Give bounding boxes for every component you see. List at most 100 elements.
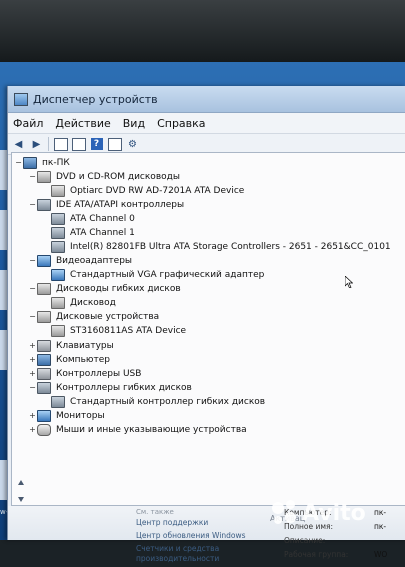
controller-icon bbox=[51, 212, 65, 225]
scan-hardware-icon[interactable]: ⚙ bbox=[125, 137, 140, 151]
tree-item-label: IDE ATA/ATAPI контроллеры bbox=[56, 199, 185, 210]
tree-item[interactable]: Стандартный контроллер гибких дисков bbox=[12, 395, 405, 408]
toolbar-separator bbox=[48, 137, 49, 151]
tree-item[interactable]: + Мыши и иные указывающие устройства bbox=[12, 423, 405, 436]
tree-item-label: Стандартный контроллер гибких дисков bbox=[70, 396, 266, 407]
property-row: Описание: bbox=[284, 534, 405, 548]
keyboard-icon bbox=[37, 339, 51, 352]
link-performance-tools[interactable]: Счетчики и средства производительности bbox=[136, 544, 276, 564]
tree-item-label: Компьютер bbox=[56, 354, 110, 365]
tree-item-label: пк-ПК bbox=[42, 157, 70, 168]
collapse-icon[interactable]: − bbox=[28, 256, 37, 265]
collapse-icon[interactable]: − bbox=[28, 383, 37, 392]
tree-item[interactable]: + Клавиатуры bbox=[12, 339, 405, 352]
property-key: Рабочая группа: bbox=[284, 550, 349, 559]
forward-arrow-icon[interactable]: ▶ bbox=[29, 137, 44, 151]
tree-item[interactable]: Дисковод bbox=[12, 296, 405, 309]
collapse-icon[interactable]: − bbox=[28, 200, 37, 209]
usb-icon bbox=[37, 367, 51, 380]
mouse-pointer-icon bbox=[345, 276, 353, 288]
see-also-heading: См. также bbox=[136, 508, 174, 516]
collapse-icon[interactable]: − bbox=[14, 158, 23, 167]
tree-item[interactable]: Optiarc DVD RW AD-7201A ATA Device bbox=[12, 184, 405, 197]
computer-icon bbox=[23, 156, 37, 169]
help-icon[interactable]: ? bbox=[89, 137, 104, 151]
tree-item-label: Дисковые устройства bbox=[56, 311, 160, 322]
tree-item[interactable]: ATA Channel 0 bbox=[12, 212, 405, 225]
display-adapter-icon bbox=[51, 268, 65, 281]
menu-file[interactable]: Файл bbox=[13, 117, 43, 130]
collapse-icon[interactable]: − bbox=[28, 312, 37, 321]
avito-wordmark: Avito bbox=[302, 500, 366, 526]
expand-icon[interactable]: + bbox=[28, 369, 37, 378]
back-arrow-icon[interactable]: ◀ bbox=[11, 137, 26, 151]
menu-view[interactable]: Вид bbox=[123, 117, 145, 130]
menu-bar: Файл Действие Вид Справка bbox=[8, 113, 405, 134]
tree-item-label: Дисководы гибких дисков bbox=[56, 283, 181, 294]
menu-help[interactable]: Справка bbox=[157, 117, 205, 130]
monitor-bezel bbox=[0, 0, 405, 62]
tree-item-label: Мыши и иные указывающие устройства bbox=[56, 424, 247, 435]
tree-item-label: ATA Channel 1 bbox=[70, 227, 135, 238]
tree-item[interactable]: Intel(R) 82801FB Ultra ATA Storage Contr… bbox=[12, 240, 405, 253]
tree-item-label: ST3160811AS ATA Device bbox=[70, 325, 187, 336]
controller-icon bbox=[51, 395, 65, 408]
property-key: Описание: bbox=[284, 536, 326, 545]
view-icon[interactable] bbox=[107, 137, 122, 151]
floppy-drive-icon bbox=[37, 282, 51, 295]
link-action-center[interactable]: Центр поддержки bbox=[136, 518, 276, 528]
device-manager-window: Диспетчер устройств Файл Действие Вид Сп… bbox=[7, 86, 405, 563]
property-value: пк- bbox=[374, 508, 387, 517]
tree-item-label: Intel(R) 82801FB Ultra ATA Storage Contr… bbox=[70, 241, 391, 252]
tree-item[interactable]: − DVD и CD-ROM дисководы bbox=[12, 170, 405, 183]
tree-item[interactable]: − пк-ПК bbox=[12, 156, 405, 169]
tree-item[interactable]: − IDE ATA/ATAPI контроллеры bbox=[12, 198, 405, 211]
tree-item-label: Контроллеры USB bbox=[56, 368, 142, 379]
tree-item-label: Видеоадаптеры bbox=[56, 255, 133, 266]
disk-drive-icon bbox=[51, 324, 65, 337]
controller-icon bbox=[37, 198, 51, 211]
tree-item[interactable]: + Мониторы bbox=[12, 409, 405, 422]
tree-item[interactable]: − Дисковые устройства bbox=[12, 310, 405, 323]
tree-item[interactable]: + Компьютер bbox=[12, 353, 405, 366]
console-tree-icon[interactable] bbox=[53, 137, 68, 151]
dvd-drive-icon bbox=[37, 170, 51, 183]
tree-item[interactable]: ATA Channel 1 bbox=[12, 226, 405, 239]
window-titlebar[interactable]: Диспетчер устройств bbox=[8, 86, 405, 113]
mouse-icon bbox=[37, 423, 51, 436]
collapse-icon[interactable]: − bbox=[28, 284, 37, 293]
expand-icon[interactable]: + bbox=[28, 341, 37, 350]
tree-item[interactable]: ST3160811AS ATA Device bbox=[12, 324, 405, 337]
tree-item-label: ATA Channel 0 bbox=[70, 213, 135, 224]
properties-icon[interactable] bbox=[71, 137, 86, 151]
tree-item[interactable]: + Контроллеры USB bbox=[12, 367, 405, 380]
tree-item-label: Контроллеры гибких дисков bbox=[56, 382, 192, 393]
property-value: WO bbox=[374, 550, 388, 559]
tree-item[interactable]: − Видеоадаптеры bbox=[12, 254, 405, 267]
tree-item-label: Стандартный VGA графический адаптер bbox=[70, 269, 265, 280]
disk-drive-icon bbox=[37, 310, 51, 323]
controller-icon bbox=[37, 381, 51, 394]
avito-logo-icon bbox=[272, 500, 298, 526]
scroll-arrows-icon[interactable] bbox=[18, 479, 24, 503]
collapse-icon[interactable]: − bbox=[28, 172, 37, 181]
menu-action[interactable]: Действие bbox=[55, 117, 110, 130]
tree-item[interactable]: − Контроллеры гибких дисков bbox=[12, 381, 405, 394]
tree-item-label: Дисковод bbox=[70, 297, 116, 308]
tree-item-label: Клавиатуры bbox=[56, 340, 114, 351]
controller-icon bbox=[51, 226, 65, 239]
expand-icon[interactable]: + bbox=[28, 355, 37, 364]
expand-icon[interactable]: + bbox=[28, 411, 37, 420]
device-manager-icon bbox=[14, 92, 28, 106]
expand-icon[interactable]: + bbox=[28, 425, 37, 434]
controller-icon bbox=[51, 240, 65, 253]
monitor-icon bbox=[37, 409, 51, 422]
property-row: Рабочая группа: WO bbox=[284, 548, 405, 562]
